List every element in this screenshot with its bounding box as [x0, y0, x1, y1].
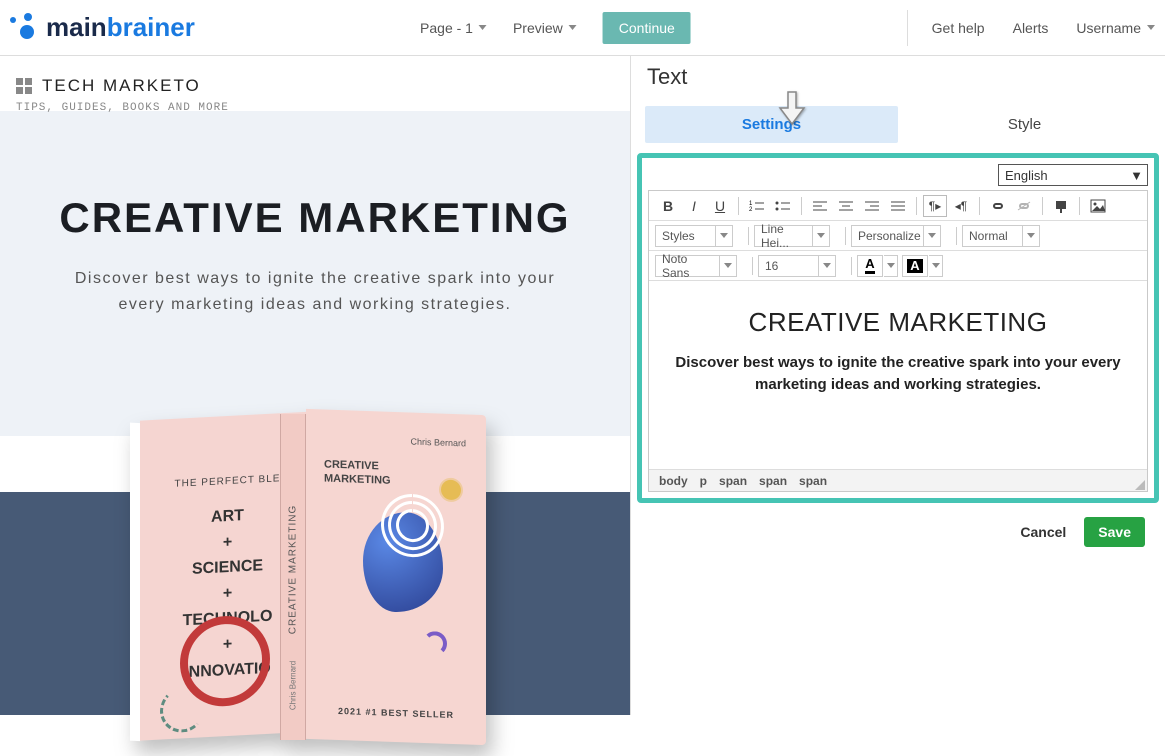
language-value: English	[1005, 168, 1048, 183]
align-justify-button[interactable]	[886, 195, 910, 217]
brand-header: TECH MARKETO	[0, 56, 630, 96]
path-item[interactable]: p	[700, 474, 707, 488]
personalize-combo[interactable]: Personalize	[851, 225, 941, 247]
get-help-link[interactable]: Get help	[932, 20, 985, 36]
text-color-button[interactable]: A	[857, 255, 898, 277]
hero-subtitle: Discover best ways to ignite the creativ…	[0, 266, 630, 317]
ordered-list-button[interactable]: 12	[745, 195, 769, 217]
username-label: Username	[1076, 20, 1141, 36]
underline-button[interactable]: U	[708, 195, 732, 217]
preview-dropdown-label: Preview	[513, 20, 563, 36]
book-spine-title: CREATIVE MARKETING	[288, 505, 299, 635]
logo-text-brain: brainer	[107, 12, 195, 43]
caret-down-icon	[479, 25, 487, 30]
toolbar-row-3: Noto Sans 16 A A	[649, 251, 1147, 281]
toolbar-row-2: Styles Line Hei... Personalize Normal	[649, 221, 1147, 251]
tab-style[interactable]: Style	[898, 106, 1151, 143]
save-button[interactable]: Save	[1084, 517, 1145, 547]
bold-button[interactable]: B	[656, 195, 680, 217]
hero-title: CREATIVE MARKETING	[0, 194, 630, 242]
editor-frame: English ▼ B I U 12	[637, 153, 1159, 503]
alerts-link[interactable]: Alerts	[1013, 20, 1049, 36]
caret-down-icon: ▼	[1130, 168, 1143, 183]
properties-panel: Text Settings Style English ▼ B I U 12	[630, 56, 1165, 715]
link-button[interactable]	[986, 195, 1010, 217]
align-center-button[interactable]	[834, 195, 858, 217]
rtl-button[interactable]: ◂¶	[949, 195, 973, 217]
canvas: TECH MARKETO TIPS, GUIDES, BOOKS AND MOR…	[0, 56, 630, 715]
pointer-arrow-icon	[777, 90, 807, 126]
unordered-list-button[interactable]	[771, 195, 795, 217]
path-item[interactable]: span	[799, 474, 827, 488]
path-item[interactable]: span	[719, 474, 747, 488]
book-artwork: THE PERFECT BLE ART + SCIENCE + TECHNOLO…	[120, 406, 490, 756]
cancel-button[interactable]: Cancel	[1020, 524, 1066, 540]
book-spine-author: Chris Bernard	[289, 661, 298, 710]
format-combo[interactable]: Normal	[962, 225, 1040, 247]
editor-heading: CREATIVE MARKETING	[669, 307, 1127, 338]
topbar: mainbrainer Page - 1 Preview Continue Ge…	[0, 0, 1165, 56]
continue-button[interactable]: Continue	[603, 12, 691, 44]
book-back-top: THE PERFECT BLE	[160, 472, 295, 490]
element-path: body p span span span	[649, 469, 1147, 491]
preview-dropdown[interactable]: Preview	[513, 20, 577, 36]
caret-down-icon	[569, 25, 577, 30]
font-size-combo[interactable]: 16	[758, 255, 836, 277]
hero-text-block[interactable]: CREATIVE MARKETING Discover best ways to…	[0, 194, 630, 317]
italic-button[interactable]: I	[682, 195, 706, 217]
unlink-button[interactable]	[1012, 195, 1036, 217]
path-item[interactable]: body	[659, 474, 688, 488]
panel-tabs: Settings Style	[645, 106, 1151, 143]
right-menu: Get help Alerts Username	[907, 10, 1155, 46]
book-front-cover: Chris Bernard CREATIVEMARKETING 2021 #1 …	[306, 409, 486, 745]
book-bestseller-tag: 2021 #1 BEST SELLER	[306, 705, 486, 721]
svg-text:2: 2	[749, 207, 753, 213]
dash-swirl-icon	[160, 686, 205, 733]
username-dropdown[interactable]: Username	[1076, 20, 1155, 36]
align-right-button[interactable]	[860, 195, 884, 217]
logo[interactable]: mainbrainer	[10, 12, 195, 43]
line-height-combo[interactable]: Line Hei...	[754, 225, 830, 247]
language-select[interactable]: English ▼	[998, 164, 1148, 186]
editor-body: Discover best ways to ignite the creativ…	[669, 352, 1127, 396]
panel-actions: Cancel Save	[631, 503, 1165, 547]
bg-color-button[interactable]: A	[902, 255, 943, 277]
rich-text-editor: B I U 12 ¶▸ ◂¶	[648, 190, 1148, 492]
page-dropdown-label: Page - 1	[420, 20, 473, 36]
tab-settings[interactable]: Settings	[645, 106, 898, 143]
center-menu: Page - 1 Preview Continue	[420, 12, 691, 44]
editor-content[interactable]: CREATIVE MARKETING Discover best ways to…	[649, 281, 1147, 469]
book-author: Chris Bernard	[410, 437, 466, 449]
path-item[interactable]: span	[759, 474, 787, 488]
font-family-combo[interactable]: Noto Sans	[655, 255, 737, 277]
book-spine: CREATIVE MARKETING Chris Bernard	[280, 414, 306, 740]
brand-grid-icon	[16, 78, 32, 94]
brand-name: TECH MARKETO	[42, 76, 201, 96]
image-button[interactable]	[1086, 195, 1110, 217]
purple-swirl-icon	[423, 631, 447, 656]
page-dropdown[interactable]: Page - 1	[420, 20, 487, 36]
ltr-button[interactable]: ¶▸	[923, 195, 947, 217]
resize-grip-icon[interactable]	[1135, 480, 1145, 490]
panel-title: Text	[631, 56, 1165, 98]
logo-text-main: main	[46, 12, 107, 43]
caret-down-icon	[1147, 25, 1155, 30]
styles-combo[interactable]: Styles	[655, 225, 733, 247]
white-swirl-icon	[378, 489, 448, 561]
book-abstract-art	[318, 469, 473, 694]
anchor-button[interactable]	[1049, 195, 1073, 217]
toolbar-row-1: B I U 12 ¶▸ ◂¶	[649, 191, 1147, 221]
brand-tagline: TIPS, GUIDES, BOOKS AND MORE	[0, 102, 630, 114]
logo-dots-icon	[10, 13, 40, 43]
align-left-button[interactable]	[808, 195, 832, 217]
